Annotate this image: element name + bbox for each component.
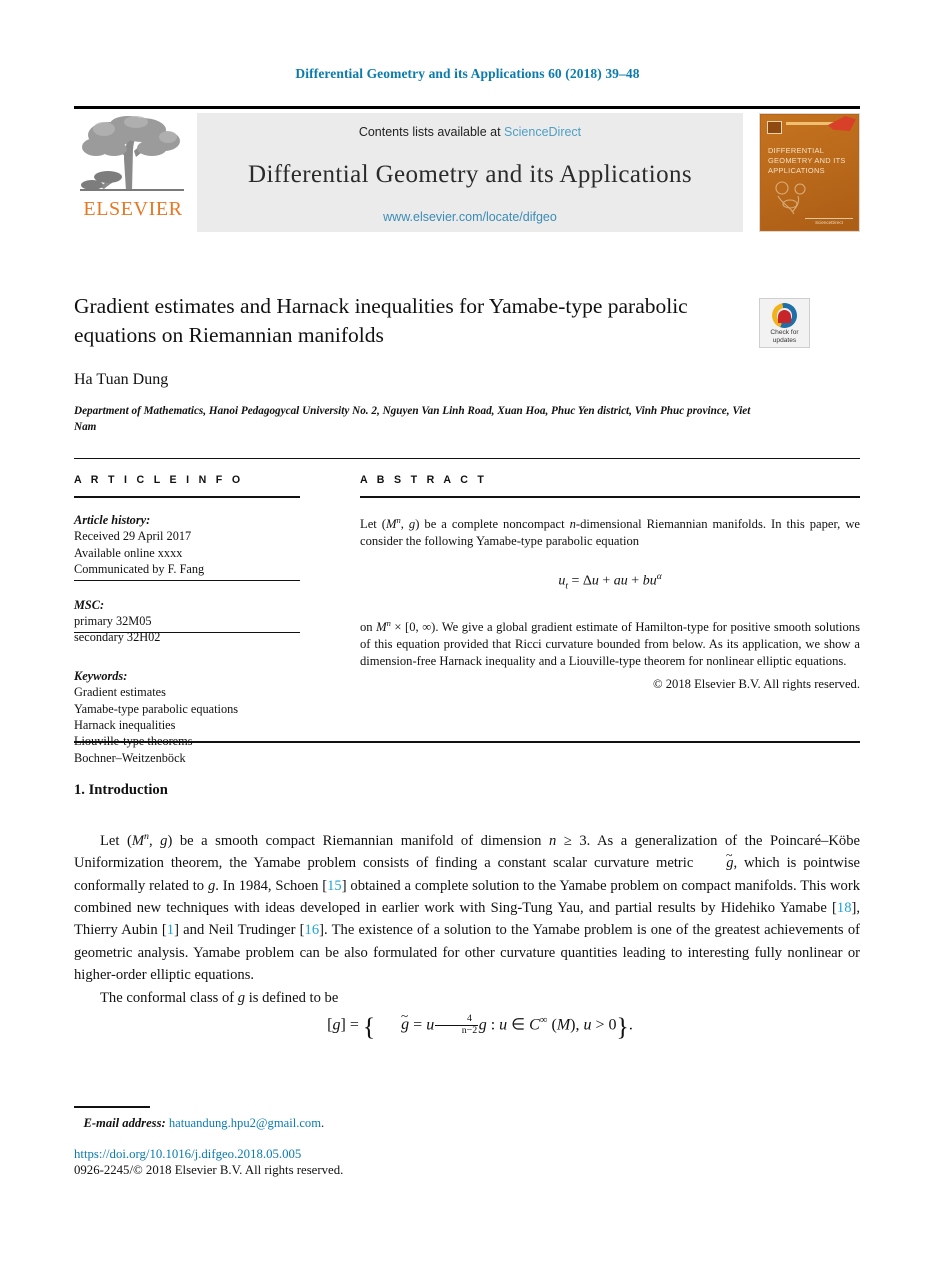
crossmark-label-line2: updates <box>772 337 797 344</box>
history-item: Received 29 April 2017 <box>74 529 192 544</box>
sciencedirect-link[interactable]: ScienceDirect <box>504 125 581 139</box>
footnote-email: E-mail address: hatuandung.hpu2@gmail.co… <box>83 1116 325 1130</box>
body-paragraph-2: The conformal class of g is defined to b… <box>100 989 339 1006</box>
citation-link[interactable]: 15 <box>327 878 342 894</box>
crossmark-label: Check for updates <box>760 329 809 345</box>
affiliation: Department of Mathematics, Hanoi Pedagog… <box>74 405 751 433</box>
cover-stripe <box>786 122 834 125</box>
cover-title: DIFFERENTIAL GEOMETRY AND ITS APPLICATIO… <box>768 146 850 176</box>
history-item: Available online xxxx <box>74 545 183 560</box>
journal-band: Contents lists available at ScienceDirec… <box>197 113 743 232</box>
author-list: Ha Tuan Dung <box>74 371 169 388</box>
crossmark-ring-icon <box>772 303 797 328</box>
journal-homepage-link[interactable]: www.elsevier.com/locate/difgeo <box>197 210 743 224</box>
keyword-item: Yamabe-type parabolic equations <box>74 701 239 716</box>
abstract-equation: ut = Δu + au + buα <box>558 572 662 592</box>
page-title: Gradient estimates and Harnack inequalit… <box>74 294 688 347</box>
journal-title: Differential Geometry and its Applicatio… <box>247 161 692 188</box>
article-info-heading: A R T I C L E I N F O <box>74 474 244 486</box>
math-fraction: 4 n−2 <box>434 1014 479 1036</box>
keywords-group: Keywords: Gradient estimates Yamabe-type… <box>74 668 300 766</box>
keyword-item: Harnack inequalities <box>74 718 176 733</box>
article-history-label: Article history: <box>74 513 151 527</box>
abstract-column: A B S T R A C T Let (Mn, g) be a complet… <box>360 474 860 693</box>
msc-group: MSC: primary 32M05 secondary 32H02 <box>74 597 300 646</box>
msc-item: primary 32M05 <box>74 614 152 629</box>
elsevier-wordmark: ELSEVIER <box>83 198 183 220</box>
journal-masthead: ELSEVIER Contents lists available at Sci… <box>74 106 860 232</box>
info-block-top-rule <box>74 458 860 459</box>
display-equation-conformal-class: [g] = {g = u4n−2g : u ∈ C∞ (M), u > 0}. <box>74 1009 860 1040</box>
email-link[interactable]: hatuandung.hpu2@gmail.com <box>169 1116 321 1130</box>
keyword-item: Liouville-type theorems <box>74 734 193 749</box>
crossmark-label-line1: Check for <box>770 329 799 336</box>
keyword-item: Gradient estimates <box>74 685 166 700</box>
elsevier-logo: ELSEVIER <box>74 113 192 232</box>
section-number: 1. <box>74 782 85 798</box>
crossmark-badge[interactable]: Check for updates <box>759 298 810 348</box>
body-paragraph-1: Let (Mn, g) be a smooth compact Riemanni… <box>74 826 860 987</box>
cover-title-line-3: APPLICATIONS <box>768 166 825 175</box>
masthead-top-rule <box>74 106 860 109</box>
footnote-rule <box>74 1106 150 1108</box>
section-heading-introduction: 1. Introduction <box>74 782 168 799</box>
doi-link[interactable]: https://doi.org/10.1016/j.difgeo.2018.05… <box>74 1147 301 1162</box>
citation-link[interactable]: 1 <box>167 922 174 938</box>
citation-link[interactable]: 18 <box>837 900 852 916</box>
email-label: E-mail address: <box>83 1116 166 1130</box>
running-head: Differential Geometry and its Applicatio… <box>295 66 640 81</box>
body-text: Let (Mn, g) be a smooth compact Riemanni… <box>74 826 860 1040</box>
section-title: Introduction <box>88 782 168 798</box>
contents-prefix: Contents lists available at <box>358 125 501 139</box>
math-M2: M <box>376 620 387 635</box>
math-g-tilde: g <box>700 852 733 874</box>
math-M: M <box>385 517 397 532</box>
article-first-page: Differential Geometry and its Applicatio… <box>0 0 935 1266</box>
article-info-body: Article history: Received 29 April 2017 … <box>74 512 300 766</box>
elsevier-tree-icon <box>80 115 184 193</box>
abstract-paragraph-2: on Mn × [0, ∞). We give a global gradien… <box>360 618 861 668</box>
abstract-body: Let (Mn, g) be a complete noncompact n-d… <box>360 512 860 693</box>
abstract-heading: A B S T R A C T <box>360 474 488 486</box>
cover-artwork <box>770 180 830 216</box>
abstract-paragraph-1: Let (Mn, g) be a complete noncompact n-d… <box>360 515 861 548</box>
abstract-copyright: © 2018 Elsevier B.V. All rights reserved… <box>653 677 860 692</box>
journal-cover-thumbnail[interactable]: DIFFERENTIAL GEOMETRY AND ITS APPLICATIO… <box>759 113 860 232</box>
history-item: Communicated by F. Fang <box>74 562 205 577</box>
cover-footer-text: ScienceDirect <box>805 218 853 225</box>
issn-copyright-line: 0926-2245/© 2018 Elsevier B.V. All right… <box>74 1163 344 1177</box>
keywords-label: Keywords: <box>74 668 128 683</box>
article-history-group: Article history: Received 29 April 2017 … <box>74 512 300 578</box>
msc-label: MSC: <box>74 597 105 612</box>
article-title-block: Gradient estimates and Harnack inequalit… <box>74 292 744 350</box>
cover-title-line-1: DIFFERENTIAL <box>768 146 825 155</box>
citation-link[interactable]: 16 <box>305 922 320 938</box>
contents-available-line: Contents lists available at ScienceDirec… <box>197 125 743 139</box>
cover-title-line-2: GEOMETRY AND ITS <box>768 156 846 165</box>
msc-item: secondary 32H02 <box>74 630 161 645</box>
keyword-item: Bochner–Weitzenböck <box>74 750 186 765</box>
cover-publisher-mark <box>767 121 782 134</box>
article-info-column: A R T I C L E I N F O Article history: R… <box>74 474 300 768</box>
